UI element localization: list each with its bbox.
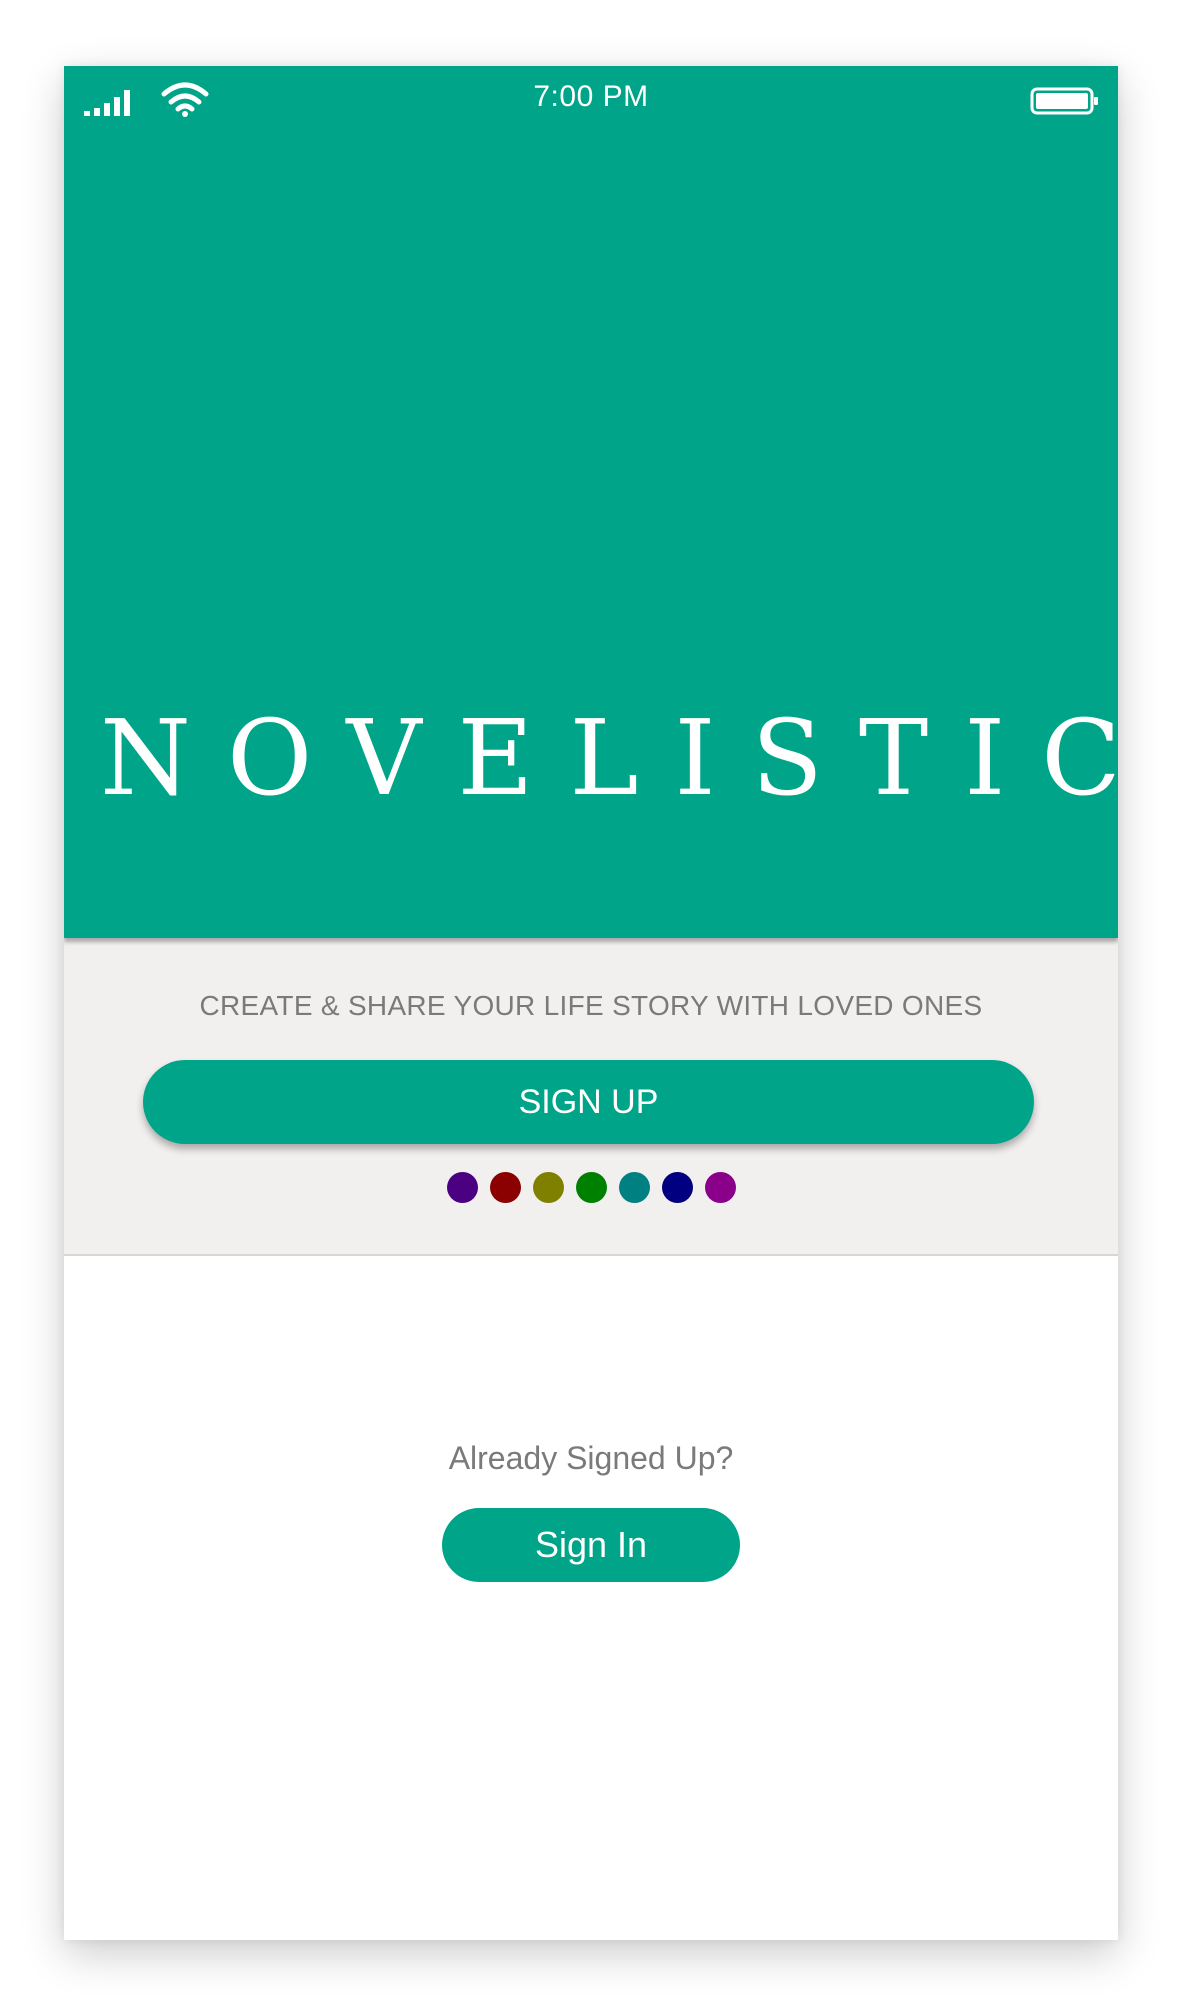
color-dot-5[interactable] (618, 1172, 650, 1203)
intro-band: CREATE & SHARE YOUR LIFE STORY WITH LOVE… (64, 938, 1118, 1256)
sign-in-button[interactable]: Sign In (442, 1508, 740, 1582)
color-dot-3[interactable] (532, 1172, 564, 1203)
already-signed-up-text: Already Signed Up? (448, 1440, 734, 1476)
color-dot-1[interactable] (446, 1172, 478, 1203)
color-dot-4[interactable] (575, 1172, 607, 1203)
battery-icon (1030, 87, 1098, 115)
color-dot-7[interactable] (704, 1172, 736, 1203)
sign-up-button[interactable]: SIGN UP (143, 1060, 1034, 1144)
hero-banner: 7:00 PM NOVELISTIC (64, 66, 1118, 938)
color-dot-2[interactable] (489, 1172, 521, 1203)
status-time: 7:00 PM (533, 80, 649, 113)
app-logo-text: NOVELISTIC (100, 697, 1118, 819)
color-dot-selector (64, 1172, 1118, 1204)
status-bar: 7:00 PM (64, 66, 1118, 132)
color-dot-6[interactable] (661, 1172, 693, 1203)
phone-screen: 7:00 PM NOVELISTIC CREATE & SHARE YOUR L… (64, 66, 1118, 1940)
tagline: CREATE & SHARE YOUR LIFE STORY WITH LOVE… (199, 990, 983, 1021)
